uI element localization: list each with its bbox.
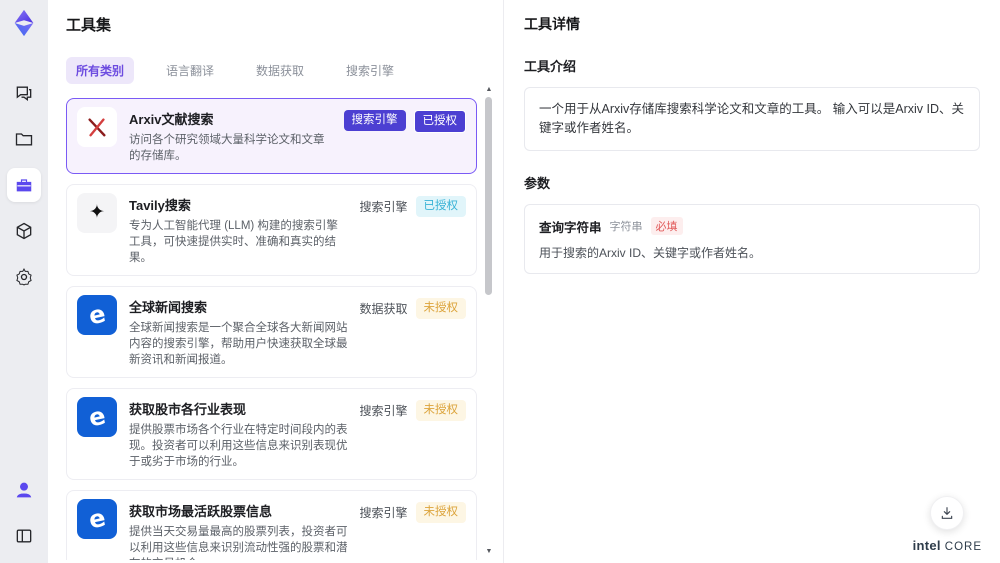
tool-card-arxiv[interactable]: Arxiv文献搜索 访问各个研究领域大量科学论文和文章的存储库。 搜索引擎 已授… <box>66 98 477 174</box>
intro-text: 一个用于从Arxiv存储库搜索科学论文和文章的工具。 输入可以是Arxiv ID… <box>539 102 965 135</box>
tool-detail-panel: 工具详情 工具介绍 一个用于从Arxiv存储库搜索科学论文和文章的工具。 输入可… <box>504 0 1000 563</box>
scroll-down-arrow-icon[interactable]: ▼ <box>484 548 494 555</box>
unauthorized-badge: 未授权 <box>415 399 466 421</box>
tool-title: Arxiv文献搜索 <box>129 112 214 127</box>
app-logo-icon <box>14 9 34 37</box>
unauthorized-badge: 未授权 <box>415 297 466 319</box>
authorized-badge: 已授权 <box>415 195 466 217</box>
download-button[interactable] <box>930 496 965 530</box>
param-type: 字符串 <box>609 221 643 233</box>
category-label: 搜索引擎 <box>359 403 408 418</box>
gear-icon <box>16 268 32 286</box>
list-scrollbar[interactable]: ▲ ▼ <box>484 86 494 555</box>
chat-icon <box>16 86 32 101</box>
tavily-logo-icon: ✦ <box>77 192 117 233</box>
page-title: 工具集 <box>66 17 112 34</box>
tab-language-translation[interactable]: 语言翻译 <box>156 57 224 84</box>
detail-title: 工具详情 <box>524 16 580 32</box>
tool-description: 专为人工智能代理 (LLM) 构建的搜索引擎工具，可快速提供实时、准确和真实的结… <box>129 219 338 265</box>
category-tabs: 所有类别 语言翻译 数据获取 搜索引擎 <box>66 57 477 84</box>
category-label: 数据获取 <box>359 301 408 316</box>
param-description: 用于搜索的Arxiv ID、关键字或作者姓名。 <box>539 245 762 260</box>
authorized-badge: 已授权 <box>413 110 466 133</box>
intro-box: 一个用于从Arxiv存储库搜索科学论文和文章的工具。 输入可以是Arxiv ID… <box>524 87 980 151</box>
tools-list-panel: 工具集 所有类别 语言翻译 数据获取 搜索引擎 Arxiv文献搜索 访问各个研究… <box>48 0 504 563</box>
cube-icon <box>16 222 32 240</box>
tool-description: 全球新闻搜索是一个聚合全球各大新闻网站内容的搜索引擎，帮助用户快速获取全球最新资… <box>129 321 348 367</box>
tool-description: 提供股票市场各个行业在特定时间段内的表现。投资者可以利用这些信息来识别表现优于或… <box>129 423 348 469</box>
param-box: 查询字符串 字符串 必填 用于搜索的Arxiv ID、关键字或作者姓名。 <box>524 203 980 274</box>
stock-tool-logo-icon: e <box>77 396 117 437</box>
scroll-up-arrow-icon[interactable]: ▲ <box>484 86 494 93</box>
tool-card-tavily[interactable]: ✦ Tavily搜索 专为人工智能代理 (LLM) 构建的搜索引擎工具，可快速提… <box>66 183 477 276</box>
user-avatar-button[interactable] <box>7 473 41 507</box>
user-icon <box>16 482 32 498</box>
tool-card-most-active-stocks[interactable]: e 获取市场最活跃股票信息 提供当天交易量最高的股票列表，投资者可以利用这些信息… <box>66 489 477 560</box>
nav-chat-button[interactable] <box>7 76 41 110</box>
tab-data-fetch[interactable]: 数据获取 <box>246 57 314 84</box>
tool-card-global-news[interactable]: e 全球新闻搜索 全球新闻搜索是一个聚合全球各大新闻网站内容的搜索引擎，帮助用户… <box>66 285 477 378</box>
nav-settings-button[interactable] <box>7 260 41 294</box>
tab-search-engine[interactable]: 搜索引擎 <box>336 57 404 84</box>
tool-description: 提供当天交易量最高的股票列表，投资者可以利用这些信息来识别流动性强的股票和潜在的… <box>129 525 348 560</box>
tool-title: 获取股市各行业表现 <box>129 401 247 417</box>
intel-core-logo: intel core <box>912 538 982 553</box>
tool-card-list: Arxiv文献搜索 访问各个研究领域大量科学论文和文章的存储库。 搜索引擎 已授… <box>66 98 477 560</box>
category-label: 搜索引擎 <box>359 505 408 520</box>
news-search-logo-icon: e <box>77 294 117 335</box>
panel-toggle-button[interactable] <box>7 519 41 553</box>
nav-packages-button[interactable] <box>7 214 41 248</box>
arxiv-logo-icon <box>77 107 117 147</box>
category-label: 搜索引擎 <box>359 199 408 214</box>
category-badge: 搜索引擎 <box>343 110 406 131</box>
toolbox-icon <box>16 179 32 192</box>
folder-icon <box>15 133 33 146</box>
tab-all-categories[interactable]: 所有类别 <box>66 57 135 84</box>
scrollbar-thumb[interactable] <box>485 97 492 295</box>
tool-title: 全球新闻搜索 <box>129 299 208 315</box>
intro-heading: 工具介绍 <box>524 59 577 74</box>
tool-title: 获取市场最活跃股票信息 <box>129 503 273 519</box>
tool-title: Tavily搜索 <box>129 197 191 213</box>
params-heading: 参数 <box>524 175 551 191</box>
nav-files-button[interactable] <box>7 122 41 156</box>
left-rail <box>0 0 48 563</box>
download-icon <box>942 507 953 519</box>
tool-description: 访问各个研究领域大量科学论文和文章的存储库。 <box>129 134 325 163</box>
app-window: 工具集 所有类别 语言翻译 数据获取 搜索引擎 Arxiv文献搜索 访问各个研究… <box>0 0 1000 563</box>
sidebar-layout-icon <box>16 529 32 543</box>
stock-tool-logo-icon: e <box>77 498 117 539</box>
corner-widgets: intel core <box>913 496 982 553</box>
tool-card-sector-performance[interactable]: e 获取股市各行业表现 提供股票市场各个行业在特定时间段内的表现。投资者可以利用… <box>66 387 477 480</box>
param-required-badge: 必填 <box>650 217 683 235</box>
nav-tools-button[interactable] <box>7 168 41 202</box>
unauthorized-badge: 未授权 <box>415 501 466 523</box>
param-name: 查询字符串 <box>539 220 602 235</box>
